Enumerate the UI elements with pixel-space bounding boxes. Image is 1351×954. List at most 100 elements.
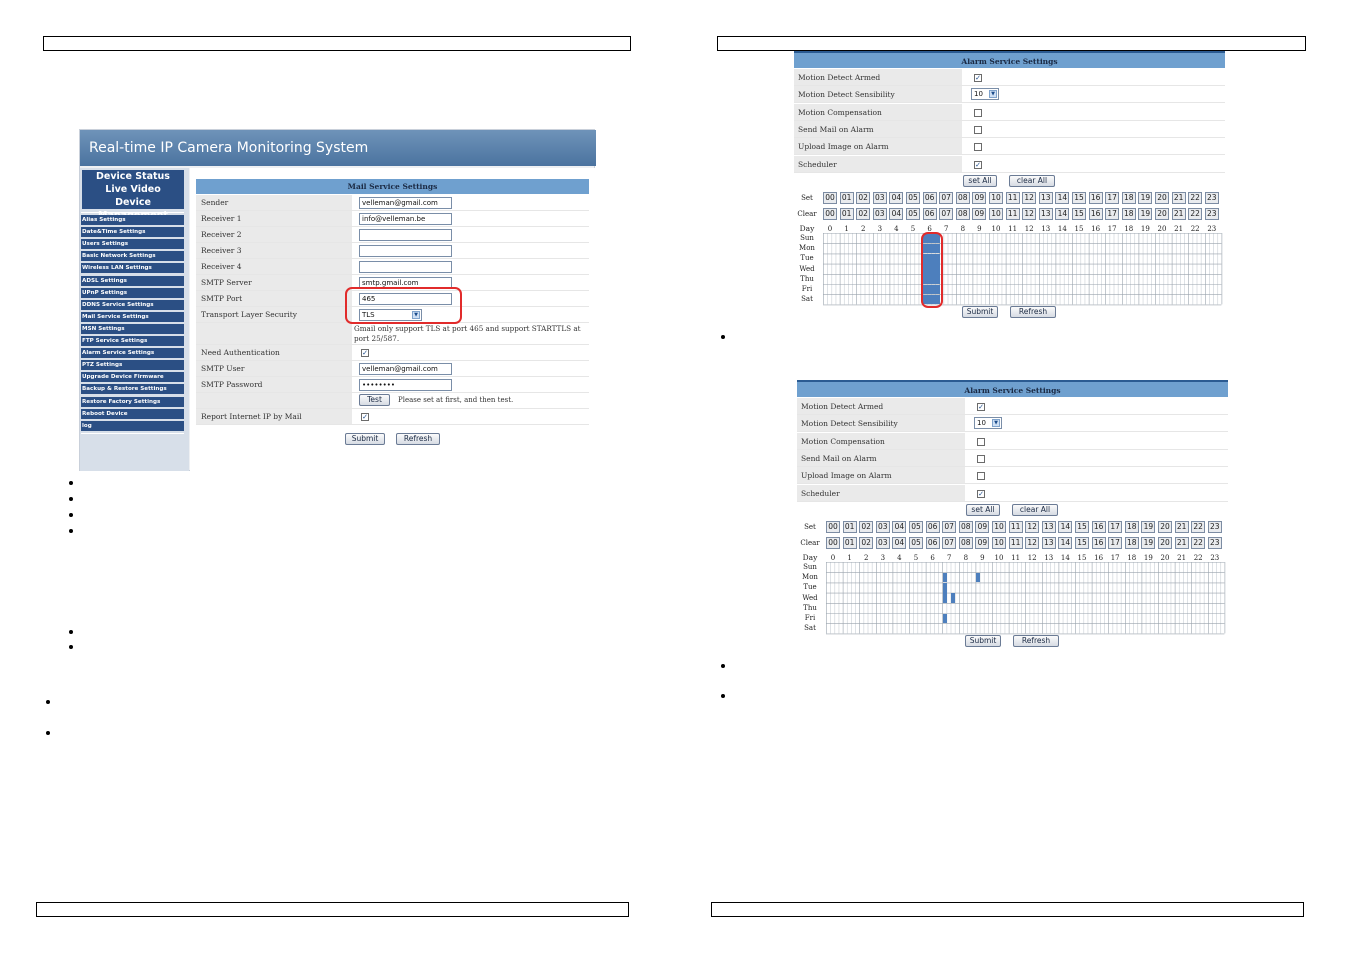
upload-image-checkbox[interactable]	[974, 143, 982, 152]
set-hour-button[interactable]: 05	[909, 521, 923, 533]
clear-hour-button[interactable]: 02	[859, 537, 874, 549]
set-hour-button[interactable]: 06	[922, 192, 937, 204]
clear-hour-button[interactable]: 17	[1105, 208, 1120, 220]
set-hour-button[interactable]: 16	[1088, 192, 1103, 204]
sidebar-item-restore-factory-settings[interactable]: Restore Factory Settings	[81, 396, 184, 407]
clear-hour-button[interactable]: 11	[1005, 208, 1020, 220]
set-hour-button[interactable]: 19	[1141, 521, 1156, 533]
sensibility-select[interactable]: 10 ▼	[971, 88, 999, 101]
refresh-button[interactable]: Refresh	[1010, 306, 1056, 319]
set-hour-button[interactable]: 20	[1158, 521, 1172, 533]
send-mail-checkbox[interactable]	[977, 454, 985, 463]
clear-hour-button[interactable]: 19	[1138, 208, 1153, 220]
clear-hour-button[interactable]: 01	[842, 537, 857, 549]
set-hour-button[interactable]: 13	[1038, 192, 1053, 204]
scheduled-slot[interactable]	[942, 593, 947, 603]
set-hour-button[interactable]: 06	[925, 521, 940, 533]
set-hour-button[interactable]: 21	[1174, 521, 1189, 533]
clear-hour-button[interactable]: 23	[1207, 537, 1222, 549]
submit-button[interactable]: Submit	[345, 433, 385, 445]
set-hour-button[interactable]: 01	[839, 192, 854, 204]
clear-hour-button[interactable]: 18	[1121, 208, 1136, 220]
clear-hour-button[interactable]: 07	[939, 208, 954, 220]
clear-hour-button[interactable]: 03	[875, 537, 890, 549]
clear-hour-button[interactable]: 07	[942, 537, 957, 549]
clear-hour-button[interactable]: 05	[906, 208, 920, 220]
set-hour-button[interactable]: 15	[1072, 192, 1086, 204]
compensation-checkbox[interactable]	[974, 108, 982, 117]
set-hour-button[interactable]: 07	[942, 521, 957, 533]
set-hour-button[interactable]: 10	[989, 192, 1003, 204]
clear-hour-button[interactable]: 22	[1191, 537, 1206, 549]
clear-hour-button[interactable]: 13	[1038, 208, 1053, 220]
sidebar-item-backup-restore-settings[interactable]: Backup & Restore Settings	[81, 384, 184, 395]
clear-hour-button[interactable]: 16	[1091, 537, 1106, 549]
set-hour-button[interactable]: 17	[1105, 192, 1120, 204]
set-hour-button[interactable]: 18	[1121, 192, 1136, 204]
clear-hour-button[interactable]: 22	[1188, 208, 1203, 220]
sidebar-item-mail-service-settings[interactable]: Mail Service Settings	[81, 311, 184, 322]
send-mail-checkbox[interactable]	[974, 125, 982, 134]
set-hour-button[interactable]: 02	[859, 521, 874, 533]
clear-hour-button[interactable]: 09	[975, 537, 990, 549]
clear-hour-button[interactable]: 15	[1072, 208, 1086, 220]
clear-hour-button[interactable]: 11	[1008, 537, 1023, 549]
set-hour-button[interactable]: 22	[1191, 521, 1206, 533]
set-hour-button[interactable]: 09	[975, 521, 990, 533]
clear-hour-button[interactable]: 10	[992, 537, 1006, 549]
clear-hour-button[interactable]: 03	[872, 208, 887, 220]
clear-all-button[interactable]: clear All	[1009, 175, 1055, 187]
sensibility-select[interactable]: 10 ▼	[974, 417, 1002, 430]
clear-hour-button[interactable]: 14	[1055, 208, 1070, 220]
set-hour-button[interactable]: 00	[826, 521, 840, 533]
set-hour-button[interactable]: 15	[1075, 521, 1089, 533]
set-hour-button[interactable]: 10	[992, 521, 1006, 533]
refresh-button[interactable]: Refresh	[1013, 635, 1059, 648]
set-hour-button[interactable]: 03	[875, 521, 890, 533]
smtp-user-input[interactable]: velleman@gmail.com	[359, 363, 452, 375]
set-hour-button[interactable]: 14	[1055, 192, 1070, 204]
clear-hour-button[interactable]: 08	[958, 537, 973, 549]
sidebar-item-date-time-settings[interactable]: Date&Time Settings	[81, 227, 184, 238]
test-button[interactable]: Test	[359, 394, 390, 406]
sidebar-item-msn-settings[interactable]: MSN Settings	[81, 323, 184, 334]
clear-hour-button[interactable]: 04	[892, 537, 907, 549]
clear-hour-button[interactable]: 17	[1108, 537, 1123, 549]
clear-hour-button[interactable]: 21	[1174, 537, 1189, 549]
clear-hour-button[interactable]: 05	[909, 537, 923, 549]
set-hour-button[interactable]: 12	[1025, 521, 1040, 533]
refresh-button[interactable]: Refresh	[396, 433, 440, 445]
set-hour-button[interactable]: 23	[1207, 521, 1222, 533]
sidebar-nav-device-management[interactable]: Device Management	[82, 196, 184, 221]
set-hour-button[interactable]: 18	[1124, 521, 1139, 533]
receiver1-input[interactable]: info@velleman.be	[359, 213, 452, 225]
submit-button[interactable]: Submit	[962, 306, 998, 319]
set-hour-button[interactable]: 21	[1171, 192, 1186, 204]
set-hour-button[interactable]: 07	[939, 192, 954, 204]
clear-hour-button[interactable]: 12	[1022, 208, 1037, 220]
sidebar-item-alarm-service-settings[interactable]: Alarm Service Settings	[81, 348, 184, 359]
scheduled-slot[interactable]	[942, 613, 947, 624]
sidebar-item-wireless-lan-settings[interactable]: Wireless LAN Settings	[81, 263, 184, 274]
clear-hour-button[interactable]: 13	[1041, 537, 1056, 549]
sidebar-item-ftp-service-settings[interactable]: FTP Service Settings	[81, 336, 184, 346]
sidebar-item-log[interactable]: log	[81, 420, 184, 431]
set-all-button[interactable]: set All	[963, 175, 997, 187]
clear-hour-button[interactable]: 00	[823, 208, 837, 220]
clear-hour-button[interactable]: 18	[1124, 537, 1139, 549]
clear-hour-button[interactable]: 20	[1155, 208, 1169, 220]
set-hour-button[interactable]: 01	[842, 521, 857, 533]
set-hour-button[interactable]: 04	[889, 192, 904, 204]
report-ip-checkbox[interactable]: ✓	[361, 413, 369, 421]
clear-hour-button[interactable]: 15	[1075, 537, 1089, 549]
smtp-password-input[interactable]: ••••••••	[359, 379, 452, 391]
receiver2-input[interactable]	[359, 229, 452, 241]
sidebar-item-ptz-settings[interactable]: PTZ Settings	[81, 360, 184, 371]
receiver4-input[interactable]	[359, 261, 452, 273]
set-hour-button[interactable]: 00	[823, 192, 837, 204]
set-hour-button[interactable]: 03	[872, 192, 887, 204]
set-all-button[interactable]: set All	[966, 504, 1000, 516]
set-hour-button[interactable]: 17	[1108, 521, 1123, 533]
receiver3-input[interactable]	[359, 245, 452, 257]
set-hour-button[interactable]: 20	[1155, 192, 1169, 204]
